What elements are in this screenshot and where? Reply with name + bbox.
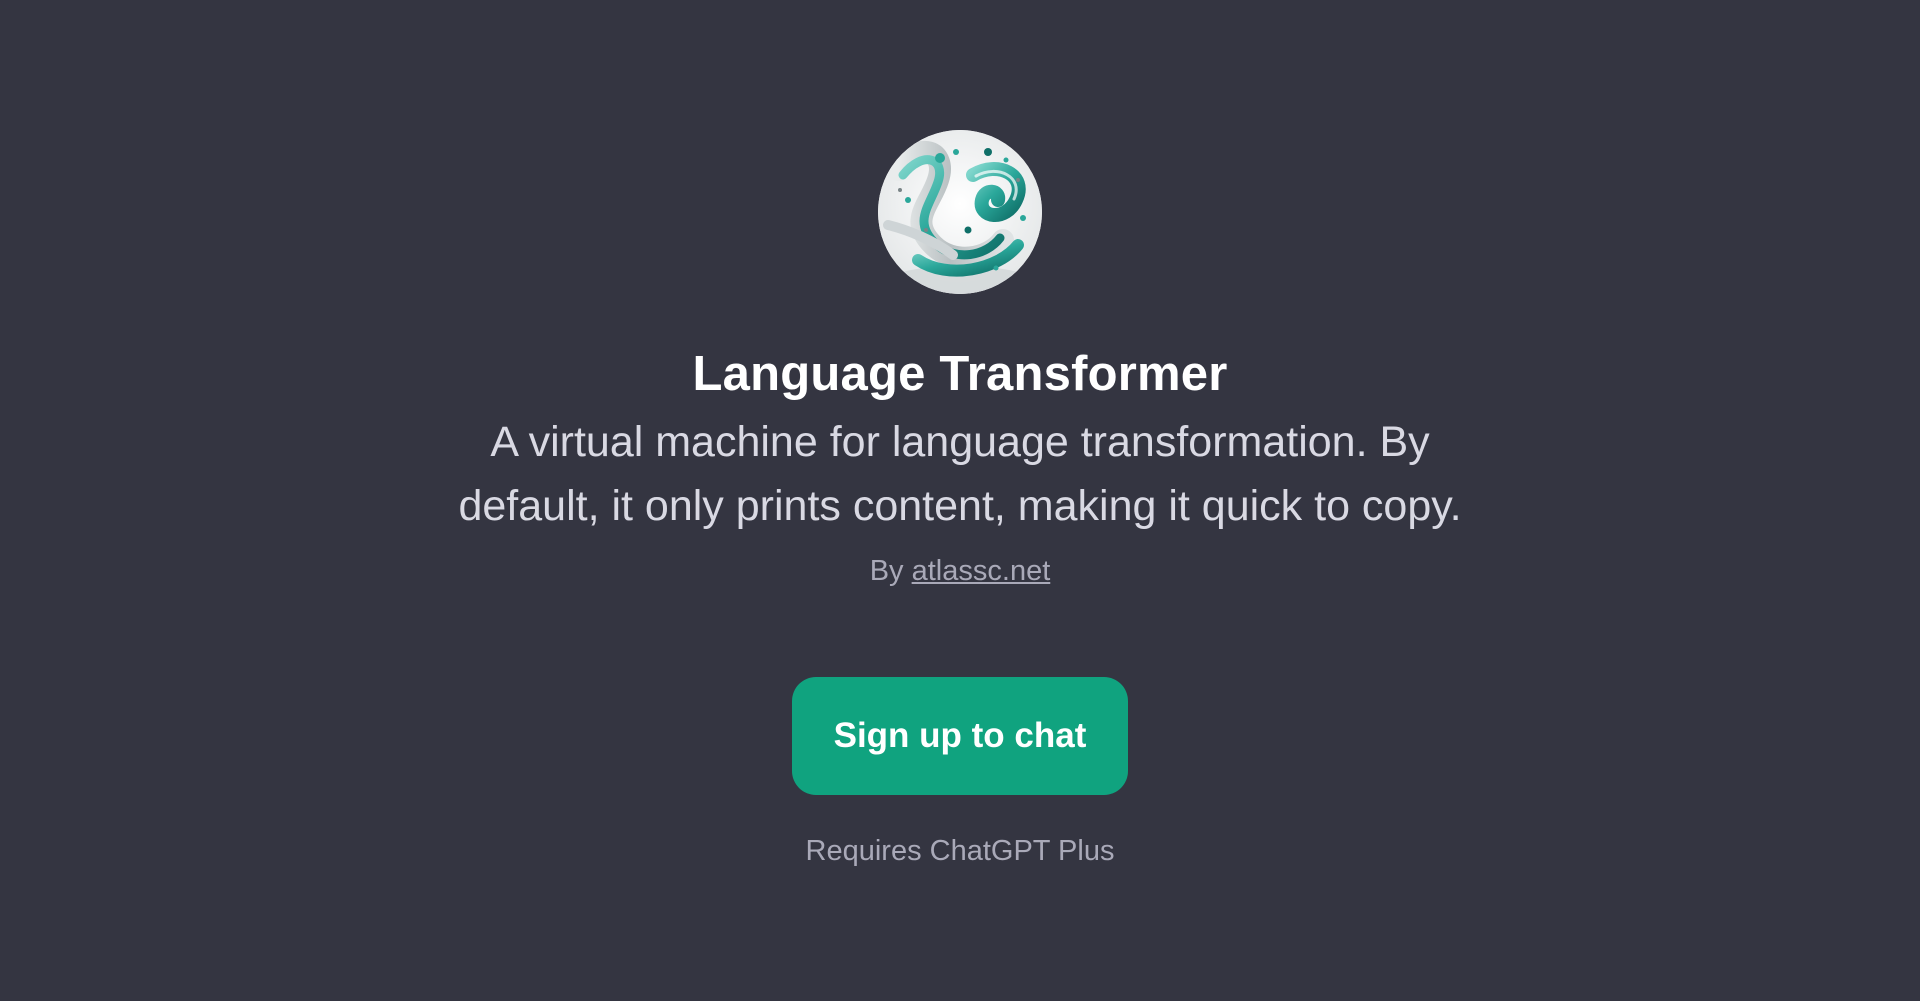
gpt-landing-page: Language Transformer A virtual machine f… xyxy=(0,0,1920,1001)
gpt-description: A virtual machine for language transform… xyxy=(458,418,1462,530)
author-link[interactable]: atlassc.net xyxy=(912,555,1051,587)
sign-up-to-chat-button[interactable]: Sign up to chat xyxy=(792,677,1128,795)
author-byline: By atlassc.net xyxy=(870,553,1051,589)
author-prefix: By xyxy=(869,555,904,587)
plus-requirement-note: Requires ChatGPT Plus xyxy=(805,835,1115,867)
gpt-title: Language Transformer xyxy=(692,347,1228,401)
swirl-artwork-icon xyxy=(878,130,1042,294)
gpt-avatar xyxy=(878,130,1042,294)
